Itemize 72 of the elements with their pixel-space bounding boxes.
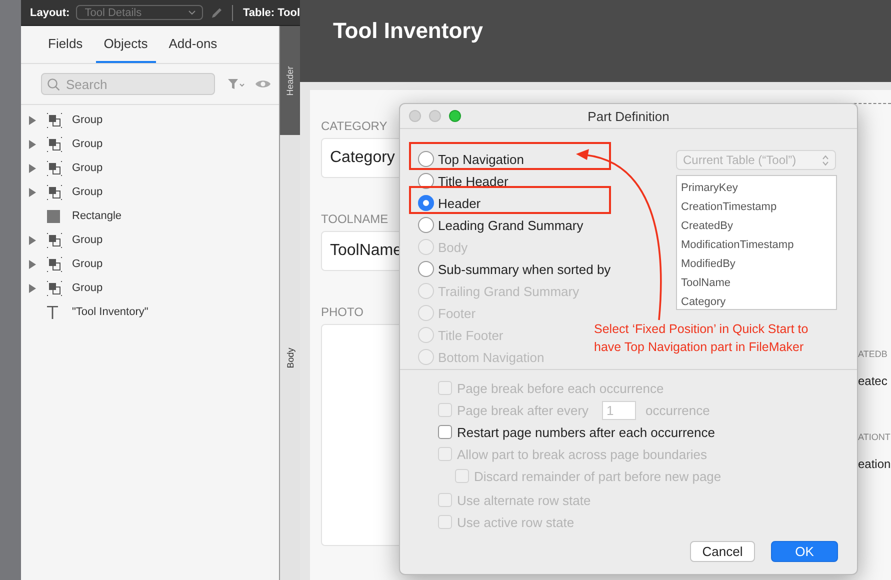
group-icon (47, 112, 62, 128)
group-icon (47, 136, 62, 152)
object-item[interactable]: Group (21, 108, 279, 132)
disclosure-triangle-icon[interactable] (29, 140, 36, 148)
part-radio[interactable]: Leading Grand Summary (418, 217, 584, 233)
object-item[interactable]: Group (21, 228, 279, 252)
object-item[interactable]: Rectangle (21, 204, 279, 228)
search-icon (47, 78, 60, 91)
option-label: Use active row state (457, 514, 574, 530)
field-list-item[interactable]: CreationTimestamp (681, 198, 832, 217)
group-icon (47, 160, 62, 176)
group-icon (47, 280, 62, 296)
annotation-text: Select ‘Fixed Position’ in Quick Start to have Top Navigation part in FileMaker (594, 321, 808, 356)
option-label: occurrence (646, 402, 710, 418)
layout-field[interactable]: eatec (858, 374, 888, 388)
field-list-item[interactable]: ModifiedBy (681, 255, 832, 274)
object-item[interactable]: Group (21, 132, 279, 156)
ok-button[interactable]: OK (771, 541, 838, 562)
panel-tab[interactable]: Add-ons (160, 26, 226, 63)
panel-tab[interactable]: Fields (40, 26, 91, 63)
object-item[interactable]: Group (21, 156, 279, 180)
minimize-icon[interactable] (429, 110, 441, 122)
pencil-icon[interactable] (210, 6, 222, 18)
disclosure-triangle-icon[interactable] (29, 164, 36, 172)
field-list-item[interactable]: CreatedBy (681, 217, 832, 236)
disclosure-triangle-icon[interactable] (29, 116, 36, 124)
field-list-item[interactable]: ToolName (681, 274, 832, 293)
field-list-item[interactable]: PrimaryKey (681, 179, 832, 198)
filter-icon[interactable] (227, 78, 245, 90)
disclosure-triangle-icon[interactable] (29, 188, 36, 196)
part-tab[interactable]: Body (280, 135, 300, 580)
group-icon (47, 232, 62, 248)
checkbox[interactable] (438, 425, 452, 439)
object-item[interactable]: Group (21, 276, 279, 300)
field-label: ATIONT (858, 432, 890, 442)
field-list-item[interactable]: ModificationTimestamp (681, 236, 832, 255)
layout-title: Tool Inventory (333, 18, 483, 44)
object-item[interactable]: Group (21, 180, 279, 204)
option-label: Use alternate row state (457, 492, 591, 508)
dialog-title: Part Definition (588, 108, 670, 124)
object-item[interactable]: Group (21, 252, 279, 276)
option-label: Restart page numbers after each occurrence (457, 424, 715, 440)
disclosure-triangle-icon[interactable] (29, 260, 36, 268)
cancel-button[interactable]: Cancel (690, 541, 755, 562)
zoom-icon[interactable] (449, 110, 461, 122)
layout-field[interactable]: eation (858, 457, 891, 471)
option-label: Page break before each occurrence (457, 380, 664, 396)
rectangle-icon (47, 210, 60, 222)
field-label: TOOLNAME (321, 212, 388, 226)
field-label: CATEGORY (321, 119, 388, 133)
text-tool-icon (47, 306, 58, 318)
part-tab[interactable]: Header (280, 26, 300, 135)
close-icon[interactable] (409, 110, 421, 122)
object-item[interactable]: "Tool Inventory" (21, 300, 279, 324)
stepper-icon (822, 154, 829, 166)
disclosure-triangle-icon[interactable] (29, 236, 36, 244)
disclosure-triangle-icon[interactable] (29, 284, 36, 292)
panel-tab[interactable]: Objects (96, 26, 156, 63)
option-label: Page break after every (457, 402, 589, 418)
group-icon (47, 256, 62, 272)
chevron-icon (188, 10, 196, 15)
group-icon (47, 184, 62, 200)
option-label: Discard remainder of part before new page (474, 468, 722, 484)
field-label: PHOTO (321, 305, 364, 319)
search-field[interactable]: Search (41, 73, 215, 95)
field-list-item[interactable]: Category (681, 293, 832, 312)
option-label: Allow part to break across page boundaries (457, 446, 708, 462)
field-label: ATEDB (858, 349, 888, 359)
eye-icon[interactable] (255, 79, 271, 89)
part-radio[interactable]: Header (418, 195, 481, 211)
table-label: Table: Tool (242, 6, 300, 18)
layout-label: Layout: (30, 6, 70, 18)
